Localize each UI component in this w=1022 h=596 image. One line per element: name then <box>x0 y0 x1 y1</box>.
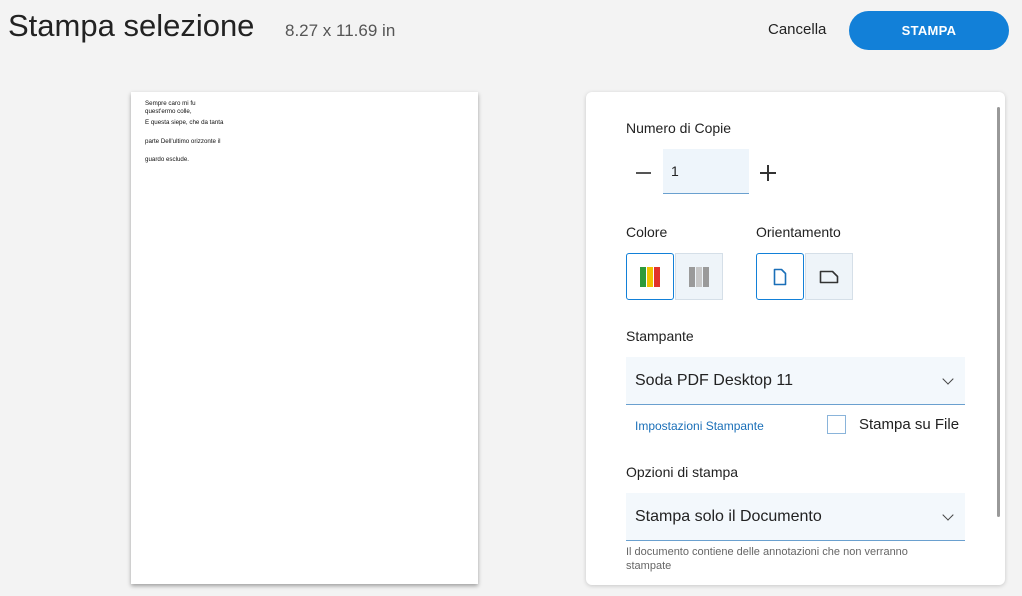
print-to-file-label: Stampa su File <box>859 416 960 433</box>
portrait-icon <box>773 268 787 285</box>
cancel-button[interactable]: Cancella <box>768 21 826 38</box>
plus-icon[interactable] <box>760 165 776 181</box>
print-button[interactable]: STAMPA <box>849 11 1009 50</box>
grayscale-mode-button[interactable] <box>675 253 723 300</box>
dialog-title: Stampa selezione <box>8 8 255 43</box>
print-preview-page: Sempre caro mi fu quest'ermo colle, E qu… <box>131 92 478 584</box>
landscape-icon <box>819 270 839 283</box>
page-size-label: 8.27 x 11.69 in <box>285 21 396 40</box>
grayscale-icon <box>689 266 709 287</box>
printer-label: Stampante <box>626 328 694 344</box>
orientation-label: Orientamento <box>756 224 841 240</box>
color-label: Colore <box>626 224 668 240</box>
printer-select[interactable]: Soda PDF Desktop 11 <box>626 357 965 405</box>
copies-input[interactable]: 1 <box>663 149 749 194</box>
preview-line: E questa siepe, che da tanta <box>145 119 224 126</box>
chevron-down-icon <box>942 509 954 521</box>
print-options-label: Opzioni di stampa <box>626 464 739 480</box>
preview-line: Sempre caro mi fu <box>145 100 196 107</box>
color-mode-button[interactable] <box>626 253 674 300</box>
annotations-note: Il documento contiene delle annotazioni … <box>626 546 908 572</box>
preview-line: parte Dell'ultimo orizzonte il <box>145 137 221 145</box>
printer-select-value: Soda PDF Desktop 11 <box>635 372 794 389</box>
preview-line: quest'ermo colle, <box>145 107 192 115</box>
print-options-value: Stampa solo il Documento <box>635 508 822 525</box>
preview-line: guardo esclude. <box>145 156 190 163</box>
preview-text: Sempre caro mi fu quest'ermo colle, E qu… <box>145 100 223 164</box>
print-to-file-checkbox[interactable] <box>827 415 846 434</box>
portrait-button[interactable] <box>756 253 804 300</box>
printer-settings-link[interactable]: Impostazioni Stampante <box>635 419 764 433</box>
chevron-down-icon <box>942 373 954 385</box>
minus-icon[interactable] <box>636 172 651 174</box>
color-icon <box>640 266 660 287</box>
landscape-button[interactable] <box>805 253 853 300</box>
copies-label: Numero di Copie <box>626 120 732 136</box>
settings-scrollbar[interactable] <box>997 107 1000 517</box>
print-options-select[interactable]: Stampa solo il Documento <box>626 493 965 541</box>
